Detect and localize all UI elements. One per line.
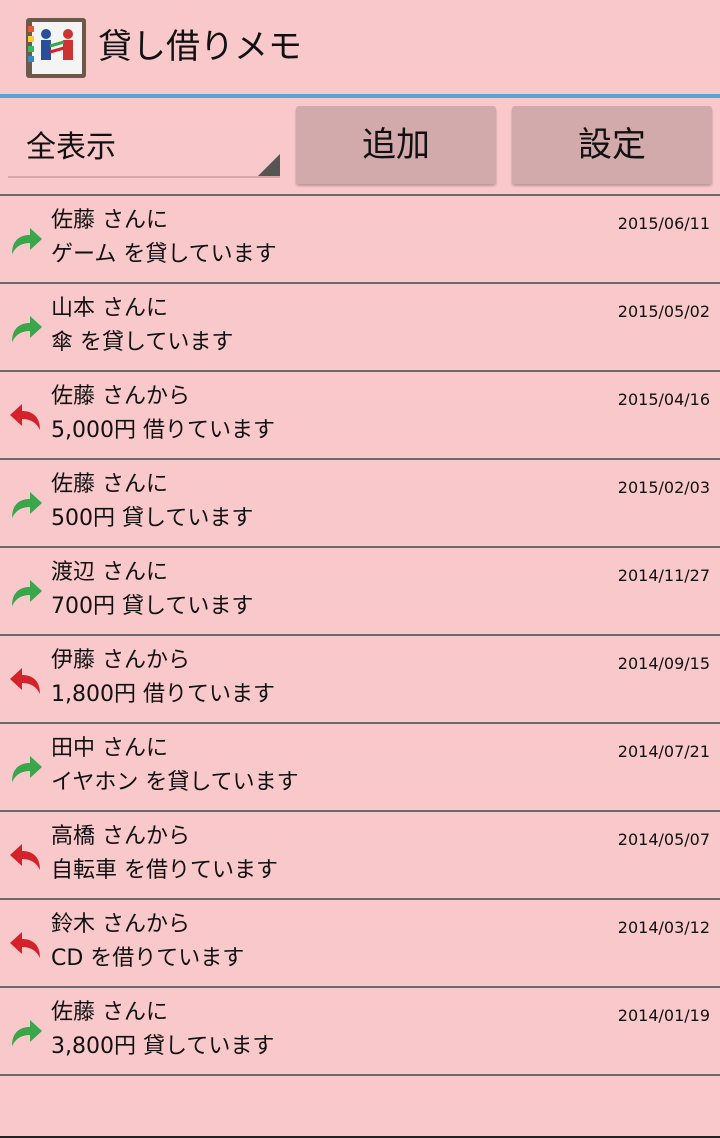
entry-description: CD を借りています	[51, 946, 245, 971]
app-title: 貸し借りメモ	[98, 27, 302, 67]
list-item[interactable]: 鈴木 さんから CD を借りています 2014/03/12	[0, 898, 720, 986]
entry-person: 佐藤 さんから	[51, 384, 190, 409]
lend-arrow-icon	[8, 752, 44, 784]
lend-arrow-icon	[8, 224, 44, 256]
lend-arrow-icon	[8, 312, 44, 344]
lend-arrow-icon	[8, 576, 44, 608]
list-item[interactable]: 高橋 さんから自転車 を借りています 2014/05/07	[0, 810, 720, 898]
entry-description: 500円 貸しています	[51, 506, 254, 531]
filter-spinner[interactable]: 全表示	[8, 118, 280, 178]
entry-description: 3,800円 貸しています	[51, 1034, 275, 1059]
borrow-arrow-icon	[8, 664, 44, 696]
borrow-arrow-icon	[8, 928, 44, 960]
list-item[interactable]: 佐藤 さんに 3,800円 貸しています 2014/01/19	[0, 986, 720, 1076]
entry-date: 2014/05/07	[617, 830, 710, 849]
entry-date: 2015/02/03	[617, 478, 710, 497]
entry-date: 2014/07/21	[617, 742, 710, 761]
borrow-arrow-icon	[8, 840, 44, 872]
entry-date: 2014/11/27	[617, 566, 710, 585]
entry-description: イヤホン を貸しています	[51, 770, 299, 795]
entry-list: 佐藤 さんに ゲーム を貸しています 2015/06/11 山本 さんに傘 を貸してい…	[0, 194, 720, 1076]
app-icon	[26, 18, 86, 78]
entry-person: 佐藤 さんに	[51, 1000, 168, 1025]
list-item[interactable]: 佐藤 さんに 500円 貸しています 2015/02/03	[0, 458, 720, 546]
add-button[interactable]: 追加	[296, 106, 496, 184]
entry-date: 2015/05/02	[617, 302, 710, 321]
entry-date: 2014/09/15	[617, 654, 710, 673]
entry-person: 高橋 さんから	[51, 824, 190, 849]
entry-date: 2015/04/16	[617, 390, 710, 409]
title-divider	[0, 94, 720, 98]
list-item[interactable]: 渡辺 さんに 700円 貸しています 2014/11/27	[0, 546, 720, 634]
entry-person: 渡辺 さんに	[51, 560, 168, 585]
entry-description: 自転車 を借りています	[51, 858, 278, 883]
entry-date: 2014/01/19	[617, 1006, 710, 1025]
list-item[interactable]: 伊藤 さんから 1,800円 借りています 2014/09/15	[0, 634, 720, 722]
entry-person: 伊藤 さんから	[51, 648, 190, 673]
title-bar: 貸し借りメモ	[0, 0, 720, 94]
list-item[interactable]: 田中 さんにイヤホン を貸しています 2014/07/21	[0, 722, 720, 810]
entry-date: 2014/03/12	[617, 918, 710, 937]
entry-description: 5,000円 借りています	[51, 418, 275, 443]
entry-person: 佐藤 さんに	[51, 472, 168, 497]
entry-date: 2015/06/11	[617, 214, 710, 233]
entry-person: 山本 さんに	[51, 296, 168, 321]
list-item[interactable]: 山本 さんに傘 を貸しています 2015/05/02	[0, 282, 720, 370]
settings-button[interactable]: 設定	[512, 106, 712, 184]
entry-description: 700円 貸しています	[51, 594, 254, 619]
entry-person: 田中 さんに	[51, 736, 168, 761]
entry-description: 傘 を貸しています	[51, 330, 234, 355]
entry-person: 佐藤 さんに	[51, 208, 168, 233]
filter-selected-value: 全表示	[26, 130, 116, 165]
entry-person: 鈴木 さんから	[51, 912, 190, 937]
entry-description: ゲーム を貸しています	[51, 242, 277, 267]
borrow-arrow-icon	[8, 400, 44, 432]
list-item[interactable]: 佐藤 さんにゲーム を貸しています 2015/06/11	[0, 194, 720, 282]
entry-description: 1,800円 借りています	[51, 682, 275, 707]
dropdown-triangle-icon	[258, 154, 280, 176]
list-item[interactable]: 佐藤 さんから 5,000円 借りています 2015/04/16	[0, 370, 720, 458]
lend-arrow-icon	[8, 488, 44, 520]
lend-arrow-icon	[8, 1016, 44, 1048]
